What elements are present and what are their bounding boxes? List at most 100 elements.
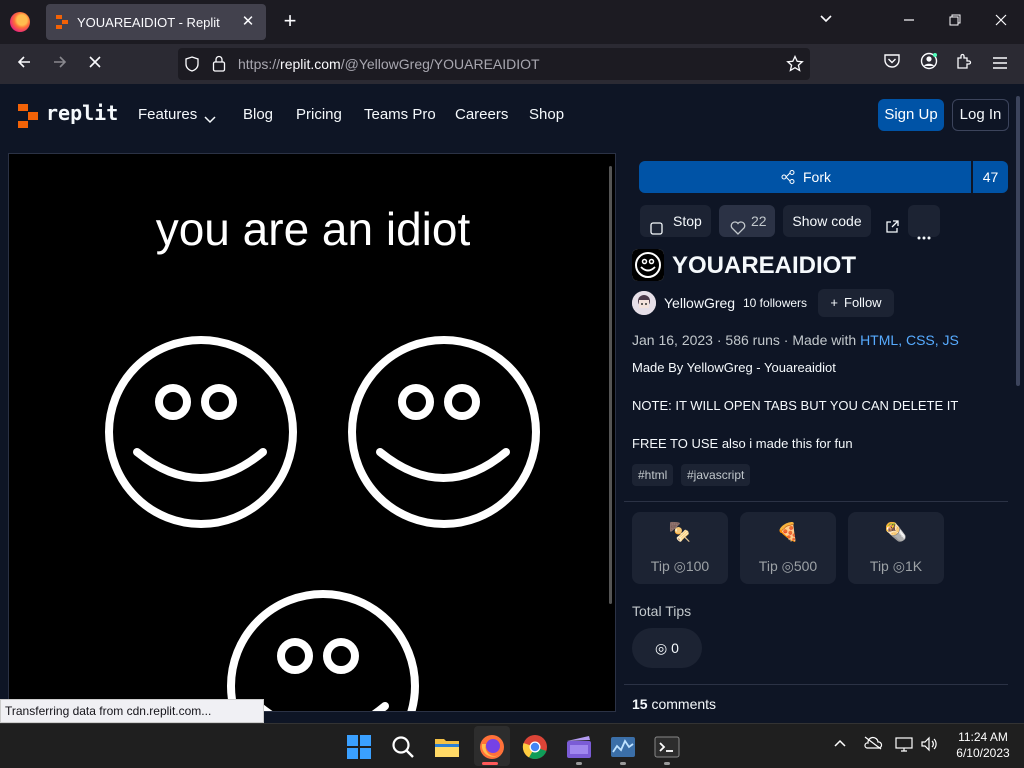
firefox-taskbar-icon[interactable] <box>477 732 507 762</box>
nav-pricing[interactable]: Pricing <box>296 106 342 123</box>
nav-blog[interactable]: Blog <box>243 106 273 123</box>
total-tips-label: Total Tips <box>632 603 692 619</box>
url-bar[interactable]: https://replit.com/@YellowGreg/YOUAREAID… <box>178 48 810 80</box>
stop-loading-icon[interactable] <box>83 52 107 76</box>
back-button[interactable] <box>12 52 36 76</box>
language-link-html[interactable]: HTML <box>860 332 898 348</box>
description-line: NOTE: IT WILL OPEN TABS BUT YOU CAN DELE… <box>632 398 959 413</box>
burrito-icon: 🌯 <box>884 522 908 542</box>
video-editor-icon[interactable] <box>564 732 594 762</box>
open-external-button[interactable] <box>877 205 907 237</box>
meta-runs: 586 runs <box>725 332 780 348</box>
replit-logo-text[interactable]: replit <box>46 101 118 125</box>
divider <box>624 684 1008 685</box>
forward-button[interactable] <box>48 52 72 76</box>
stop-button[interactable]: Stop <box>640 205 711 237</box>
search-icon[interactable] <box>388 732 418 762</box>
plus-icon: + <box>830 295 838 310</box>
stop-square-icon <box>650 214 663 246</box>
language-link-js[interactable]: JS <box>943 332 959 348</box>
browser-tab-bar: YOUAREAIDIOT - Replit ✕ + <box>0 0 1024 44</box>
nav-teams-pro[interactable]: Teams Pro <box>364 106 436 123</box>
browser-status-bar: Transferring data from cdn.replit.com... <box>0 699 264 723</box>
fork-count[interactable]: 47 <box>973 161 1008 193</box>
log-in-button[interactable]: Log In <box>952 99 1009 131</box>
follow-label: Follow <box>844 295 882 310</box>
browser-nav-bar: https://replit.com/@YellowGreg/YOUAREAID… <box>0 44 1024 84</box>
chrome-icon[interactable] <box>520 732 550 762</box>
restore-icon[interactable] <box>943 10 967 34</box>
repl-output-panel[interactable]: you are an idiot <box>8 153 616 712</box>
chevron-down-icon[interactable] <box>204 111 216 129</box>
followers-count[interactable]: 10 followers <box>743 296 807 310</box>
lock-icon[interactable] <box>211 55 227 77</box>
cycles-icon: ◎ <box>892 558 905 574</box>
output-scrollbar[interactable] <box>609 166 612 604</box>
tip-card-100[interactable]: 🍢 Tip ◎100 <box>632 512 728 584</box>
page-scrollbar[interactable] <box>1016 96 1020 386</box>
nav-careers[interactable]: Careers <box>455 106 508 123</box>
tracking-shield-icon[interactable] <box>184 56 200 77</box>
tip-label: Tip ◎100 <box>650 558 710 574</box>
more-options-button[interactable] <box>908 205 940 240</box>
tag-javascript[interactable]: #javascript <box>681 464 751 486</box>
tip-card-500[interactable]: 🍕 Tip ◎500 <box>740 512 836 584</box>
tab-close-icon[interactable]: ✕ <box>238 12 258 32</box>
stop-label: Stop <box>673 213 702 229</box>
like-button[interactable]: 22 <box>719 205 775 237</box>
terminal-icon[interactable] <box>652 732 682 762</box>
repl-meta: Jan 16, 2023 · 586 runs · Made with HTML… <box>632 332 959 348</box>
show-hidden-icons-icon[interactable] <box>833 736 847 753</box>
close-window-icon[interactable] <box>989 10 1013 34</box>
browser-tab-active[interactable]: YOUAREAIDIOT - Replit ✕ <box>46 4 266 40</box>
resource-monitor-icon[interactable] <box>608 732 638 762</box>
file-explorer-icon[interactable] <box>432 732 462 762</box>
smiley-face-icon <box>348 336 540 528</box>
sign-up-button[interactable]: Sign Up <box>878 99 944 131</box>
list-all-tabs-icon[interactable] <box>814 10 838 34</box>
repl-smiley-icon <box>632 249 664 281</box>
show-code-button[interactable]: Show code <box>783 205 871 237</box>
fork-icon <box>781 170 795 187</box>
comments-heading: 15 comments <box>632 696 717 712</box>
firefox-icon[interactable] <box>10 12 30 32</box>
more-dots-icon <box>917 219 931 251</box>
fork-button[interactable]: Fork <box>639 161 971 193</box>
windows-start-icon[interactable] <box>344 732 374 762</box>
description-line: Made By YellowGreg - Youareaidiot <box>632 360 836 375</box>
tip-card-1k[interactable]: 🌯 Tip ◎1K <box>848 512 944 584</box>
extensions-icon[interactable] <box>952 52 976 76</box>
output-title: you are an idiot <box>155 203 471 255</box>
tab-title: YOUAREAIDIOT - Replit <box>77 15 220 30</box>
volume-icon[interactable] <box>920 736 938 755</box>
total-tips-value: ◎ 0 <box>632 628 702 668</box>
pocket-icon[interactable] <box>880 52 904 76</box>
pizza-icon: 🍕 <box>776 522 800 542</box>
system-clock[interactable]: 11:24 AM 6/10/2023 <box>950 729 1016 761</box>
menu-hamburger-icon[interactable] <box>988 52 1012 76</box>
bookmark-star-icon[interactable] <box>786 54 804 78</box>
author-avatar[interactable] <box>632 291 656 315</box>
author-name[interactable]: YellowGreg <box>664 295 735 311</box>
repl-title: YOUAREAIDIOT <box>672 252 857 279</box>
replit-favicon-icon <box>56 15 70 29</box>
minimize-icon[interactable] <box>897 10 921 34</box>
fork-label: Fork <box>803 169 831 185</box>
account-icon[interactable] <box>917 52 941 76</box>
kebab-icon: 🍢 <box>668 522 692 542</box>
taskbar-running-indicator <box>482 762 498 765</box>
tag-html[interactable]: #html <box>632 464 674 486</box>
cycles-icon: ◎ <box>655 640 672 656</box>
new-tab-button[interactable]: + <box>279 10 301 33</box>
onedrive-offline-icon[interactable] <box>863 736 883 753</box>
follow-button[interactable]: + Follow <box>818 289 894 317</box>
nav-features[interactable]: Features <box>138 106 197 123</box>
taskbar-running-indicator <box>664 762 670 765</box>
network-icon[interactable] <box>895 736 913 755</box>
url-text[interactable]: https://replit.com/@YellowGreg/YOUAREAID… <box>238 56 540 72</box>
language-link-css[interactable]: CSS <box>906 332 935 348</box>
tip-label: Tip ◎1K <box>869 558 923 574</box>
nav-shop[interactable]: Shop <box>529 106 564 123</box>
cycles-icon: ◎ <box>673 558 686 574</box>
replit-logo-icon[interactable] <box>18 104 38 128</box>
